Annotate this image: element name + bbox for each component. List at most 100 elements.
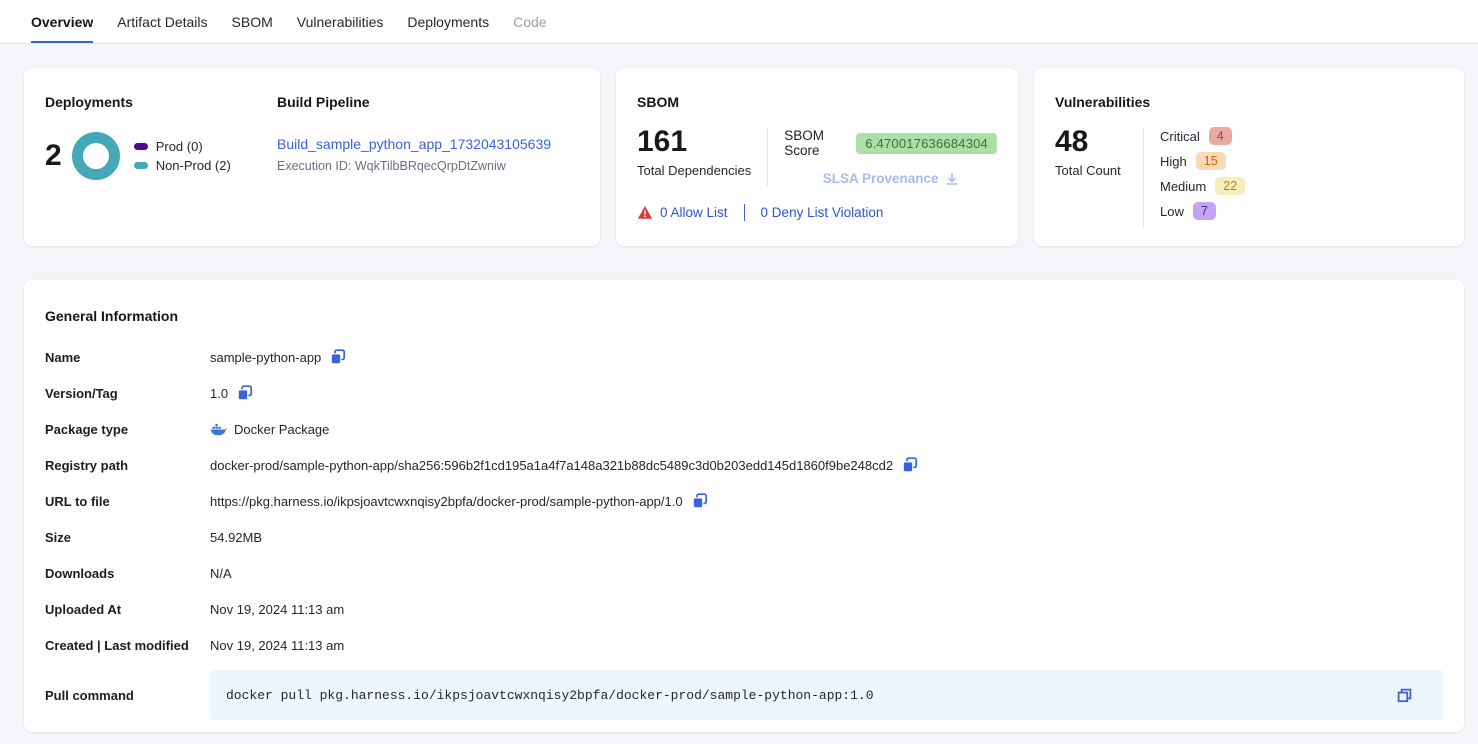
sbom-title: SBOM bbox=[637, 94, 997, 110]
version-tag-label: Version/Tag bbox=[45, 386, 210, 401]
row-downloads: Downloads N/A bbox=[45, 562, 1443, 584]
tab-code: Code bbox=[513, 0, 546, 43]
tab-sbom[interactable]: SBOM bbox=[232, 0, 273, 43]
sbom-total-dependencies-label: Total Dependencies bbox=[637, 163, 751, 178]
severity-row-critical: Critical 4 bbox=[1160, 127, 1245, 145]
build-pipeline-section: Build Pipeline Build_sample_python_app_1… bbox=[277, 94, 551, 226]
prod-legend-swatch bbox=[134, 143, 148, 150]
deployments-section: Deployments 2 Prod (0) Non-Prod (2) bbox=[45, 94, 277, 226]
uploaded-at-label: Uploaded At bbox=[45, 602, 210, 617]
deployments-card: Deployments 2 Prod (0) Non-Prod (2) bbox=[24, 68, 600, 246]
created-modified-value: Nov 19, 2024 11:13 am bbox=[210, 638, 344, 653]
general-information-rows: Name sample-python-app Version/Tag 1.0 bbox=[45, 346, 1443, 720]
high-count-badge: 15 bbox=[1196, 152, 1226, 170]
deployments-title: Deployments bbox=[45, 94, 277, 110]
row-name: Name sample-python-app bbox=[45, 346, 1443, 368]
copy-version-icon[interactable] bbox=[236, 384, 254, 402]
allow-list-link[interactable]: 0 Allow List bbox=[660, 205, 728, 220]
url-to-file-value: https://pkg.harness.io/ikpsjoavtcwxnqisy… bbox=[210, 494, 683, 509]
row-version-tag: Version/Tag 1.0 bbox=[45, 382, 1443, 404]
medium-label: Medium bbox=[1160, 179, 1206, 194]
uploaded-at-value: Nov 19, 2024 11:13 am bbox=[210, 602, 344, 617]
nonprod-legend-swatch bbox=[134, 162, 148, 169]
deployments-total-count: 2 bbox=[45, 139, 62, 173]
low-count-badge: 7 bbox=[1193, 202, 1216, 220]
pull-command-label: Pull command bbox=[45, 688, 210, 703]
copy-name-icon[interactable] bbox=[329, 348, 347, 366]
tab-bar: Overview Artifact Details SBOM Vulnerabi… bbox=[0, 0, 1478, 44]
copy-pull-command-icon[interactable] bbox=[1396, 687, 1413, 704]
row-created-modified: Created | Last modified Nov 19, 2024 11:… bbox=[45, 634, 1443, 656]
version-tag-value: 1.0 bbox=[210, 386, 228, 401]
copy-url-icon[interactable] bbox=[691, 492, 709, 510]
row-package-type: Package type Docke bbox=[45, 418, 1443, 440]
tab-vulnerabilities[interactable]: Vulnerabilities bbox=[297, 0, 384, 43]
downloads-label: Downloads bbox=[45, 566, 210, 581]
url-to-file-label: URL to file bbox=[45, 494, 210, 509]
download-icon bbox=[945, 172, 959, 186]
sbom-score-label: SBOM Score bbox=[784, 128, 848, 158]
sbom-total-dependencies-count: 161 bbox=[637, 126, 751, 158]
sbom-totals: 161 Total Dependencies bbox=[637, 126, 751, 178]
sbom-body: 161 Total Dependencies SBOM Score 6.4700… bbox=[637, 126, 997, 186]
copy-registry-path-icon[interactable] bbox=[901, 456, 919, 474]
created-modified-label: Created | Last modified bbox=[45, 638, 210, 653]
sbom-score-badge: 6.470017636684304 bbox=[856, 133, 997, 154]
vulnerabilities-total-label: Total Count bbox=[1055, 163, 1127, 178]
docker-icon bbox=[210, 422, 227, 436]
high-label: High bbox=[1160, 154, 1187, 169]
general-information-title: General Information bbox=[45, 308, 1443, 324]
deployments-donut-chart bbox=[72, 132, 120, 180]
build-pipeline-title: Build Pipeline bbox=[277, 94, 551, 110]
legend-item-nonprod: Non-Prod (2) bbox=[134, 158, 231, 173]
links-divider bbox=[744, 204, 745, 221]
tab-artifact-details[interactable]: Artifact Details bbox=[117, 0, 207, 43]
general-information-card: General Information Name sample-python-a… bbox=[24, 280, 1464, 732]
size-label: Size bbox=[45, 530, 210, 545]
package-type-value: Docker Package bbox=[234, 422, 329, 437]
name-label: Name bbox=[45, 350, 210, 365]
sbom-score-row: SBOM Score 6.470017636684304 bbox=[784, 128, 997, 158]
deployments-legend: Prod (0) Non-Prod (2) bbox=[134, 135, 231, 177]
row-uploaded-at: Uploaded At Nov 19, 2024 11:13 am bbox=[45, 598, 1443, 620]
vulnerabilities-body: 48 Total Count Critical 4 High 15 Medium bbox=[1055, 126, 1443, 227]
severity-list: Critical 4 High 15 Medium 22 Low 7 bbox=[1160, 126, 1245, 227]
legend-item-prod: Prod (0) bbox=[134, 139, 231, 154]
sbom-policy-links: 0 Allow List 0 Deny List Violation bbox=[637, 204, 997, 221]
pull-command-box: docker pull pkg.harness.io/ikpsjoavtcwxn… bbox=[210, 670, 1443, 720]
row-pull-command: Pull command docker pull pkg.harness.io/… bbox=[45, 670, 1443, 720]
critical-count-badge: 4 bbox=[1209, 127, 1232, 145]
vulnerabilities-card: Vulnerabilities 48 Total Count Critical … bbox=[1034, 68, 1464, 246]
row-url-to-file: URL to file https://pkg.harness.io/ikpsj… bbox=[45, 490, 1443, 512]
severity-row-medium: Medium 22 bbox=[1160, 177, 1245, 195]
warning-triangle-icon bbox=[637, 205, 653, 220]
row-size: Size 54.92MB bbox=[45, 526, 1443, 548]
vulnerabilities-totals: 48 Total Count bbox=[1055, 126, 1127, 227]
downloads-value: N/A bbox=[210, 566, 232, 581]
tab-overview[interactable]: Overview bbox=[31, 0, 93, 43]
sbom-card: SBOM 161 Total Dependencies SBOM Score 6… bbox=[616, 68, 1018, 246]
summary-cards-row: Deployments 2 Prod (0) Non-Prod (2) bbox=[24, 68, 1464, 246]
row-registry-path: Registry path docker-prod/sample-python-… bbox=[45, 454, 1443, 476]
tab-deployments[interactable]: Deployments bbox=[407, 0, 489, 43]
package-type-label: Package type bbox=[45, 422, 210, 437]
vulnerabilities-title: Vulnerabilities bbox=[1055, 94, 1443, 110]
prod-legend-label: Prod (0) bbox=[156, 139, 203, 154]
slsa-provenance-label: SLSA Provenance bbox=[823, 171, 939, 186]
severity-row-low: Low 7 bbox=[1160, 202, 1245, 220]
slsa-provenance-link[interactable]: SLSA Provenance bbox=[823, 171, 959, 186]
medium-count-badge: 22 bbox=[1215, 177, 1245, 195]
registry-path-label: Registry path bbox=[45, 458, 210, 473]
build-pipeline-link[interactable]: Build_sample_python_app_1732043105639 bbox=[277, 136, 551, 152]
page-content: Deployments 2 Prod (0) Non-Prod (2) bbox=[0, 44, 1478, 732]
size-value: 54.92MB bbox=[210, 530, 262, 545]
low-label: Low bbox=[1160, 204, 1184, 219]
name-value: sample-python-app bbox=[210, 350, 321, 365]
sbom-score-section: SBOM Score 6.470017636684304 SLSA Proven… bbox=[784, 126, 997, 186]
deny-list-violation-link[interactable]: 0 Deny List Violation bbox=[761, 205, 884, 220]
execution-id-text: Execution ID: WqkTilbBRqecQrpDtZwniw bbox=[277, 159, 551, 173]
deployments-body: 2 Prod (0) Non-Prod (2) bbox=[45, 132, 277, 180]
registry-path-value: docker-prod/sample-python-app/sha256:596… bbox=[210, 458, 893, 473]
nonprod-legend-label: Non-Prod (2) bbox=[156, 158, 231, 173]
critical-label: Critical bbox=[1160, 129, 1200, 144]
